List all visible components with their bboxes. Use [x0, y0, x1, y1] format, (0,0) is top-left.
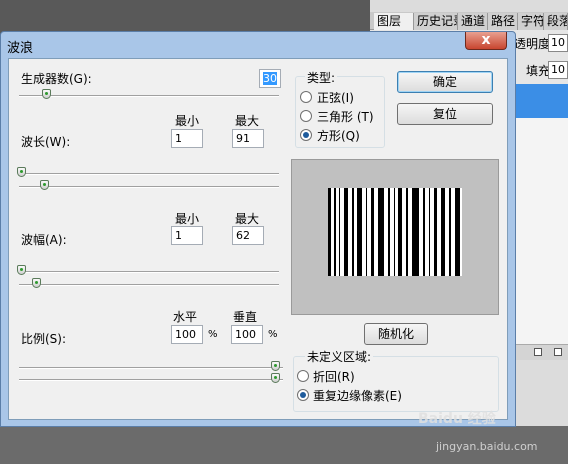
wave-bar — [352, 188, 354, 276]
wave-bar — [357, 188, 362, 276]
scale-vertical-unit: % — [268, 329, 278, 340]
randomize-button[interactable]: 随机化 — [364, 323, 428, 345]
type-triangle-label[interactable]: 三角形 (T) — [317, 108, 374, 125]
wave-bar — [449, 188, 451, 276]
new-layer-icon[interactable] — [534, 348, 542, 356]
wavelength-min-thumb[interactable] — [17, 167, 26, 177]
tab-paragraph[interactable]: 段落 — [544, 13, 568, 30]
selected-layer-row[interactable] — [510, 84, 568, 118]
wave-bar — [344, 188, 348, 276]
tab-paths[interactable]: 路径 — [488, 13, 518, 30]
tab-channels[interactable]: 通道 — [458, 13, 488, 30]
tab-character[interactable]: 字符 — [518, 13, 544, 30]
dialog-client-area: 生成器数(G): 30 最小 最大 波长(W): 1 91 最小 最大 波幅(A… — [8, 58, 508, 420]
scale-vertical-input[interactable]: 100 — [231, 325, 263, 344]
type-sine-radio[interactable] — [300, 91, 312, 103]
wave-bar — [334, 188, 336, 276]
repeat-edge-pixels-radio[interactable] — [297, 389, 309, 401]
tab-layers[interactable]: 图层 — [374, 13, 414, 30]
wave-bar — [339, 188, 340, 276]
wave-bar — [398, 188, 402, 276]
amplitude-min-input[interactable]: 1 — [171, 226, 203, 245]
fill-field[interactable]: 10 — [548, 61, 568, 79]
panel-tabs: 图层 历史记录 通道 路径 字符 段落 — [370, 12, 568, 30]
amplitude-max-thumb[interactable] — [32, 278, 41, 288]
close-icon: x — [481, 32, 491, 48]
wave-bar — [429, 188, 430, 276]
wave-bar — [455, 188, 460, 276]
scale-vertical-label: 垂直 — [233, 310, 258, 324]
wrap-around-label[interactable]: 折回(R) — [313, 368, 355, 385]
repeat-edge-pixels-label[interactable]: 重复边缘像素(E) — [313, 387, 402, 404]
wave-bar — [406, 188, 408, 276]
scale-horizontal-track[interactable] — [19, 367, 283, 369]
amplitude-max-label: 最大 — [235, 212, 260, 226]
wave-preview-image — [328, 188, 462, 276]
delete-layer-icon[interactable] — [554, 348, 562, 356]
baidu-watermark: Baidu 经验 — [418, 411, 496, 427]
reset-button[interactable]: 复位 — [397, 103, 493, 125]
wave-bar — [378, 188, 384, 276]
wave-bar — [434, 188, 437, 276]
wavelength-max-thumb[interactable] — [39, 180, 49, 190]
wavelength-min-input[interactable]: 1 — [171, 129, 203, 148]
generators-label: 生成器数(G): — [21, 72, 92, 86]
wave-bar — [388, 188, 390, 276]
scale-horizontal-thumb[interactable] — [271, 361, 280, 371]
type-square-radio[interactable] — [300, 129, 312, 141]
amplitude-min-track[interactable] — [19, 271, 279, 273]
amplitude-min-label: 最小 — [175, 212, 200, 226]
close-button[interactable]: x — [465, 32, 507, 50]
wave-bar — [328, 188, 331, 276]
scale-vertical-track[interactable] — [19, 379, 283, 381]
wave-bar — [366, 188, 367, 276]
wave-bar — [394, 188, 395, 276]
panel-bottom-bar — [510, 344, 568, 360]
wavelength-min-label: 最小 — [175, 114, 200, 128]
scale-horizontal-label: 水平 — [173, 310, 198, 324]
wave-dialog: 波浪 x 生成器数(G): 30 最小 最大 波长(W): 1 91 最小 最大… — [0, 31, 516, 427]
amplitude-label: 波幅(A): — [21, 233, 67, 247]
amplitude-max-input[interactable]: 62 — [232, 226, 264, 245]
scale-horizontal-input[interactable]: 100 — [171, 325, 203, 344]
dialog-title: 波浪 — [7, 41, 34, 56]
wrap-around-radio[interactable] — [297, 370, 309, 382]
wavelength-min-track[interactable] — [19, 173, 279, 175]
wave-bar — [423, 188, 425, 276]
wavelength-label: 波长(W): — [21, 135, 71, 149]
baidu-watermark-url: jingyan.baidu.com — [436, 440, 538, 453]
wave-bar — [412, 188, 419, 276]
opacity-field[interactable]: 10 — [548, 34, 568, 52]
type-sine-label[interactable]: 正弦(I) — [317, 89, 354, 106]
wavelength-max-label: 最大 — [235, 114, 260, 128]
preview-area — [291, 159, 499, 315]
wave-bar — [441, 188, 445, 276]
type-group-title: 类型: — [305, 69, 338, 86]
generators-slider-track[interactable] — [19, 95, 279, 97]
type-square-label[interactable]: 方形(Q) — [317, 127, 360, 144]
wavelength-max-input[interactable]: 91 — [232, 129, 264, 148]
ok-button[interactable]: 确定 — [397, 71, 493, 93]
generators-input[interactable]: 30 — [259, 69, 281, 88]
scale-vertical-thumb[interactable] — [271, 373, 280, 383]
tab-history[interactable]: 历史记录 — [414, 13, 458, 30]
scale-label: 比例(S): — [21, 332, 67, 346]
scale-horizontal-unit: % — [208, 329, 218, 340]
layer-list — [510, 118, 568, 344]
undefined-areas-title: 未定义区域: — [305, 348, 374, 365]
wavelength-max-track[interactable] — [19, 186, 279, 188]
dialog-titlebar[interactable]: 波浪 x — [1, 32, 515, 58]
type-triangle-radio[interactable] — [300, 110, 312, 122]
amplitude-max-track[interactable] — [19, 284, 279, 286]
generators-slider-thumb[interactable] — [42, 89, 51, 99]
amplitude-min-thumb[interactable] — [17, 265, 26, 275]
wave-bar — [371, 188, 374, 276]
